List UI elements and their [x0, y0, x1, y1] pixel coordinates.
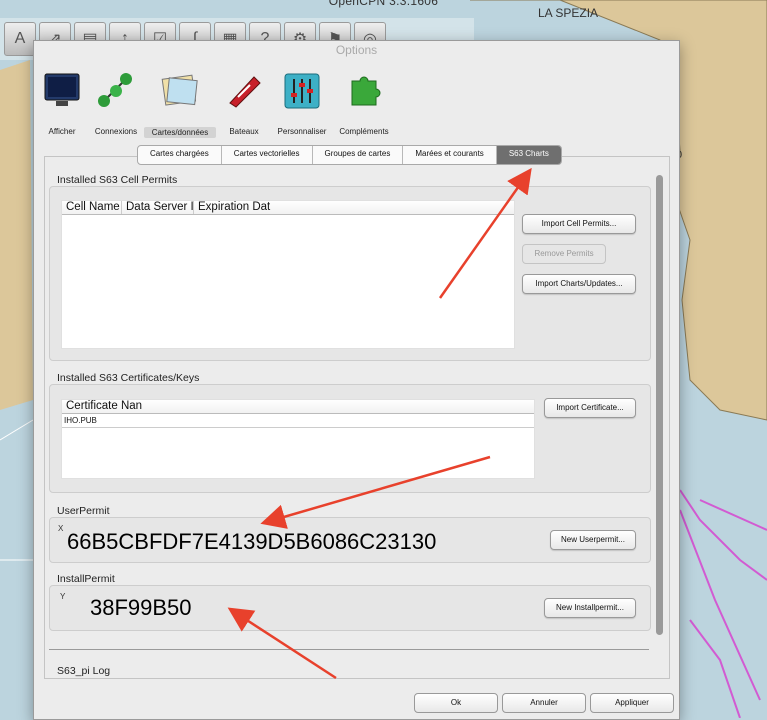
import-charts-updates-button[interactable]: Import Charts/Updates... [522, 274, 636, 294]
userpermit-title: UserPermit [57, 505, 110, 517]
log-title: S63_pi Log [57, 665, 111, 677]
column-data-server[interactable]: Data Server II [122, 201, 194, 214]
zoom-icon[interactable]: A [4, 22, 36, 56]
certificate-row[interactable]: IHO.PUB [62, 414, 534, 428]
remove-permits-button[interactable]: Remove Permits [522, 244, 606, 264]
cell-permits-list[interactable]: Cell Name Data Server II Expiration Dat [61, 200, 515, 349]
options-dialog: Options Afficher Connexions Cartes/donné… [33, 40, 680, 720]
cell-permits-header: Cell Name Data Server II Expiration Dat [62, 201, 514, 215]
certificates-header: Certificate Nan [62, 400, 534, 414]
divider [49, 649, 649, 650]
installpermit-prefix: Y [60, 592, 66, 601]
category-complements[interactable]: Compléments [328, 71, 400, 136]
map-place-label: LA SPEZIA [538, 6, 599, 20]
tab-cartes-vectorielles[interactable]: Cartes vectorielles [222, 146, 313, 164]
category-label: Cartes/données [144, 127, 216, 138]
certificates-list[interactable]: Certificate Nan IHO.PUB [61, 399, 535, 479]
column-cell-name[interactable]: Cell Name [62, 201, 122, 214]
tab-cartes-chargees[interactable]: Cartes chargées [138, 146, 222, 164]
new-installpermit-button[interactable]: New Installpermit... [544, 598, 636, 618]
ok-button[interactable]: Ok [414, 693, 498, 713]
cancel-button[interactable]: Annuler [502, 693, 586, 713]
userpermit-group: X 66B5CBFDF7E4139D5B6086C23130 New Userp… [49, 517, 651, 563]
category-cartes[interactable]: Cartes/données [144, 71, 216, 138]
import-certificate-button[interactable]: Import Certificate... [544, 398, 636, 418]
tab-s63-charts[interactable]: S63 Charts [496, 146, 561, 164]
category-label: Compléments [339, 127, 389, 136]
certificates-group: Certificate Nan IHO.PUB Import Certifica… [49, 384, 651, 493]
tab-marees-et-courants[interactable]: Marées et courants [403, 146, 497, 164]
boat-icon [229, 76, 261, 108]
monitor-icon [44, 73, 80, 106]
apply-button[interactable]: Appliquer [590, 693, 674, 713]
installpermit-value: 38F99B50 [90, 595, 192, 620]
import-cell-permits-button[interactable]: Import Cell Permits... [522, 214, 636, 234]
installpermit-group: Y 38F99B50 New Installpermit... [49, 585, 651, 631]
cell-permits-title: Installed S63 Cell Permits [57, 174, 178, 186]
options-content-panel: Installed S63 Cell Permits Cell Name Dat… [44, 156, 670, 679]
s63-tab-bar: Cartes chargées Cartes vectorielles Grou… [137, 145, 562, 165]
app-title: OpenCPN 3.3.1606 [328, 0, 439, 8]
userpermit-prefix: X [58, 524, 64, 533]
vertical-scrollbar[interactable] [656, 175, 663, 635]
installpermit-title: InstallPermit [57, 573, 115, 585]
sliders-icon [284, 73, 320, 109]
connections-icon [98, 73, 132, 107]
dialog-title: Options [335, 43, 378, 57]
puzzle-icon [351, 76, 381, 106]
userpermit-value: 66B5CBFDF7E4139D5B6086C23130 [67, 529, 437, 554]
cell-permits-group: Cell Name Data Server II Expiration Dat … [49, 186, 651, 361]
category-connexions[interactable]: Connexions [80, 71, 152, 136]
column-expiration[interactable]: Expiration Dat [194, 201, 272, 214]
column-certificate-name[interactable]: Certificate Nan [62, 400, 534, 413]
new-userpermit-button[interactable]: New Userpermit... [550, 530, 636, 550]
category-label: Connexions [94, 127, 138, 136]
charts-icon [161, 74, 198, 106]
tab-groupes-de-cartes[interactable]: Groupes de cartes [313, 146, 404, 164]
certificates-title: Installed S63 Certificates/Keys [57, 372, 200, 384]
